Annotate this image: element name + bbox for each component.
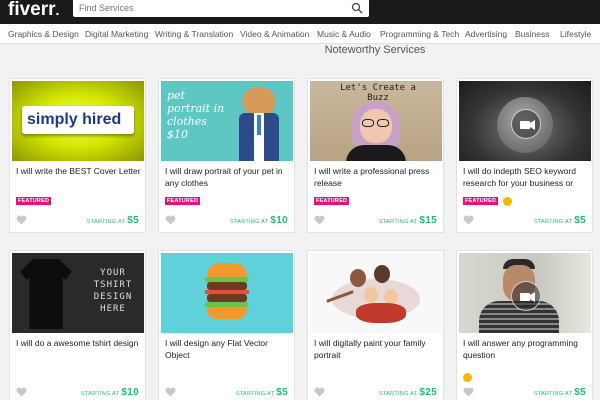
section-title: Noteworthy Services — [0, 44, 600, 56]
gig-thumbnail[interactable] — [310, 253, 442, 333]
gig-thumbnail[interactable] — [459, 81, 591, 161]
gig-card[interactable]: I will do indepth SEO keyword research f… — [456, 78, 593, 233]
gig-title[interactable]: I will digitally paint your family portr… — [314, 338, 440, 361]
search-input[interactable] — [79, 1, 341, 15]
price-label: STARTING AT $25 — [379, 387, 437, 398]
family-illustration — [326, 259, 426, 331]
gig-title[interactable]: I will design any Flat Vector Object — [165, 338, 291, 361]
cat-illustration — [237, 87, 281, 161]
thumb-text: YOUR TSHIRT DESIGN HERE — [93, 268, 133, 314]
top-bar: fiverr. — [0, 0, 600, 24]
category-graphics-design[interactable]: Graphics & Design — [8, 29, 79, 39]
pro-badge-icon — [503, 197, 512, 206]
gig-title[interactable]: I will do a awesome tshirt design — [16, 338, 142, 350]
category-digital-marketing[interactable]: Digital Marketing — [85, 29, 148, 39]
tshirt-illustration — [20, 259, 72, 329]
gig-card[interactable]: I will design any Flat Vector Object STA… — [158, 250, 295, 400]
starting-at-text: STARTING AT — [229, 219, 269, 225]
logo-text: fiverr — [8, 0, 56, 20]
heart-icon[interactable] — [165, 215, 176, 225]
heart-icon[interactable] — [165, 387, 176, 397]
heart-icon[interactable] — [16, 215, 27, 225]
starting-at-text: STARTING AT — [235, 391, 275, 397]
simplyhired-sign: simply hired — [22, 106, 134, 134]
price-label: STARTING AT $5 — [534, 215, 586, 226]
featured-badge: FEATURED — [314, 197, 350, 205]
starting-at-text: STARTING AT — [533, 219, 573, 225]
starting-at-text: STARTING AT — [533, 391, 573, 397]
category-music-audio[interactable]: Music & Audio — [317, 29, 371, 39]
gig-title[interactable]: I will do indepth SEO keyword research f… — [463, 166, 589, 189]
category-nav: Graphics & Design Digital Marketing Writ… — [0, 24, 600, 44]
gig-card[interactable]: YOUR TSHIRT DESIGN HERE I will do a awes… — [9, 250, 146, 400]
pro-badge-icon — [463, 373, 472, 382]
featured-badge: FEATURED — [16, 197, 52, 205]
heart-icon[interactable] — [314, 387, 325, 397]
price: $5 — [127, 215, 139, 226]
category-video-animation[interactable]: Video & Animation — [240, 29, 309, 39]
price-label: STARTING AT $15 — [379, 215, 437, 226]
gig-thumbnail[interactable]: YOUR TSHIRT DESIGN HERE — [12, 253, 144, 333]
gig-title[interactable]: I will write a professional press releas… — [314, 166, 440, 189]
section-title-text: Noteworthy Services — [324, 44, 426, 56]
starting-at-text: STARTING AT — [86, 219, 126, 225]
featured-badge: FEATURED — [165, 197, 201, 205]
heart-icon[interactable] — [16, 387, 27, 397]
price: $5 — [276, 387, 288, 398]
price-label: STARTING AT $10 — [230, 215, 288, 226]
category-lifestyle[interactable]: Lifestyle — [560, 29, 591, 39]
price-label: STARTING AT $5 — [534, 387, 586, 398]
gig-card[interactable]: pet portrait in clothes $10 I will draw … — [158, 78, 295, 233]
starting-at-text: STARTING AT — [378, 219, 418, 225]
starting-at-text: STARTING AT — [378, 391, 418, 397]
category-advertising[interactable]: Advertising — [465, 29, 507, 39]
gig-card[interactable]: I will answer any programming question S… — [456, 250, 593, 400]
burger-illustration — [205, 263, 249, 327]
price: $10 — [270, 215, 288, 226]
gig-title[interactable]: I will answer any programming question — [463, 338, 589, 361]
gig-title[interactable]: I will draw portrait of your pet in any … — [165, 166, 291, 189]
category-business[interactable]: Business — [515, 29, 550, 39]
search-icon[interactable] — [351, 2, 363, 14]
gig-thumbnail[interactable] — [459, 253, 591, 333]
gig-title[interactable]: I will write the BEST Cover Letter — [16, 166, 142, 178]
gig-thumbnail[interactable]: simply hired — [12, 81, 144, 161]
woman-illustration — [346, 101, 406, 161]
gig-card[interactable]: I will digitally paint your family portr… — [307, 250, 444, 400]
video-play-icon[interactable] — [511, 109, 541, 139]
gig-thumbnail[interactable]: Let's Create a Buzz — [310, 81, 442, 161]
search-box — [73, 0, 369, 17]
price-label: STARTING AT $10 — [81, 387, 139, 398]
price: $5 — [574, 215, 586, 226]
price: $10 — [121, 387, 139, 398]
thumb-text: pet portrait in clothes $10 — [167, 89, 225, 141]
gig-thumbnail[interactable]: pet portrait in clothes $10 — [161, 81, 293, 161]
category-programming-tech[interactable]: Programming & Tech — [380, 29, 459, 39]
heart-icon[interactable] — [463, 215, 474, 225]
video-play-icon[interactable] — [511, 281, 541, 311]
price-label: STARTING AT $5 — [236, 387, 288, 398]
thumb-text: Let's Create a Buzz — [340, 83, 416, 103]
fiverr-logo[interactable]: fiverr. — [8, 0, 59, 20]
heart-icon[interactable] — [463, 387, 474, 397]
price-label: STARTING AT $5 — [87, 215, 139, 226]
logo-dot: . — [55, 2, 60, 18]
price: $5 — [574, 387, 586, 398]
heart-icon[interactable] — [314, 215, 325, 225]
gig-card[interactable]: simply hired I will write the BEST Cover… — [9, 78, 146, 233]
price: $25 — [419, 387, 437, 398]
category-writing-translation[interactable]: Writing & Translation — [155, 29, 233, 39]
featured-badge: FEATURED — [463, 197, 499, 205]
starting-at-text: STARTING AT — [80, 391, 120, 397]
price: $15 — [419, 215, 437, 226]
gig-card[interactable]: Let's Create a Buzz I will write a profe… — [307, 78, 444, 233]
gig-thumbnail[interactable] — [161, 253, 293, 333]
thumb-text: simply hired — [27, 111, 122, 128]
